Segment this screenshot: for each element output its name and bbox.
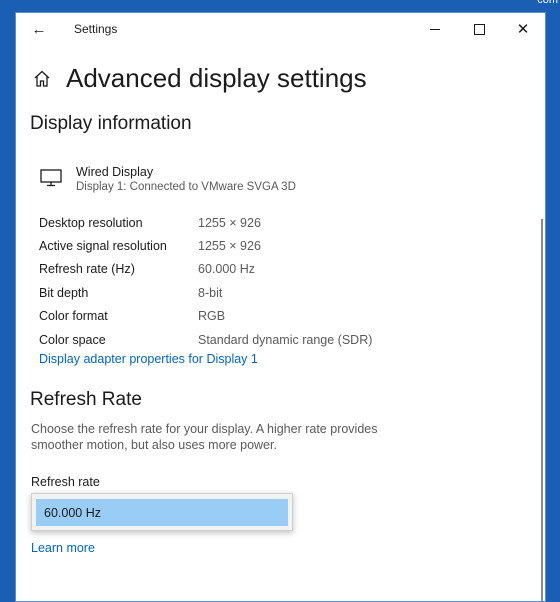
info-row: Desktop resolution 1255 × 926 [39,211,372,234]
info-value: 8-bit [198,285,223,300]
info-value: Standard dynamic range (SDR) [198,332,373,347]
refresh-rate-option-selected[interactable]: 60.000 Hz [36,499,288,526]
page-header: Advanced display settings [32,63,367,94]
info-row: Color space Standard dynamic range (SDR) [39,328,372,351]
info-label: Desktop resolution [39,215,143,230]
refresh-rate-title: Refresh Rate [30,389,142,410]
info-label: Bit depth [39,285,89,300]
info-value: RGB [198,309,226,324]
minimize-icon [430,28,440,30]
maximize-icon [473,23,485,35]
info-value: 60.000 Hz [198,262,255,277]
monitor-icon [40,169,62,187]
arrow-left-icon: ← [31,20,47,38]
home-icon[interactable] [32,69,52,89]
display-device-text: Wired Display Display 1: Connected to VM… [76,165,296,193]
display-info-table: Desktop resolution 1255 × 926 Active sig… [39,211,372,351]
settings-window: ← Settings ✕ Advanced display settings D… [15,12,546,602]
display-device-subtitle: Display 1: Connected to VMware SVGA 3D [76,181,296,193]
info-row: Color format RGB [39,305,372,328]
info-value: 1255 × 926 [198,215,261,230]
window-title: Settings [74,22,118,36]
close-icon: ✕ [516,20,530,38]
desktop-corner-text: com [537,0,558,6]
minimize-button[interactable] [413,13,457,45]
info-label: Active signal resolution [39,239,167,254]
title-bar: ← Settings ✕ [16,13,545,45]
maximize-button[interactable] [457,13,501,45]
display-device-name: Wired Display [76,165,154,179]
info-value: 1255 × 926 [198,239,261,254]
info-label: Color space [39,332,106,347]
close-button[interactable]: ✕ [501,13,545,45]
info-row: Bit depth 8-bit [39,281,372,304]
info-label: Refresh rate (Hz) [39,262,135,277]
info-row: Active signal resolution 1255 × 926 [39,234,372,257]
info-label: Color format [39,309,108,324]
learn-more-link[interactable]: Learn more [31,541,95,555]
refresh-rate-dropdown-label: Refresh rate [31,475,100,489]
back-button[interactable]: ← [26,17,52,41]
refresh-rate-description: Choose the refresh rate for your display… [31,422,378,452]
refresh-rate-dropdown-list: 60.000 Hz [31,493,293,531]
info-row: Refresh rate (Hz) 60.000 Hz [39,258,372,281]
display-information-title: Display information [30,113,192,134]
display-adapter-properties-link[interactable]: Display adapter properties for Display 1 [39,352,258,366]
scrollbar[interactable] [541,219,543,601]
display-device: Wired Display Display 1: Connected to VM… [40,165,296,193]
page-title: Advanced display settings [66,63,367,93]
